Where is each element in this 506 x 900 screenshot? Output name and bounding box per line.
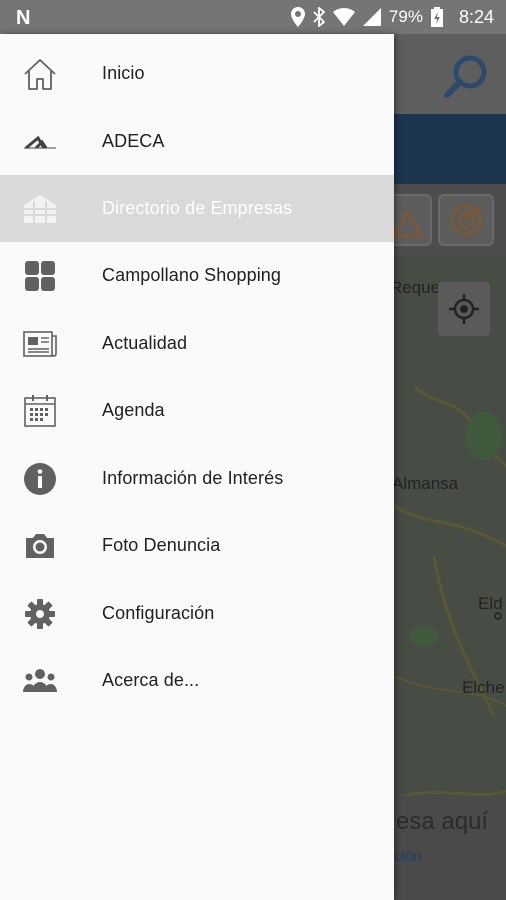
menu-item-label: Información de Interés	[102, 468, 284, 488]
menu-item-agenda[interactable]: Agenda	[0, 377, 394, 444]
map-label: Eld	[478, 594, 503, 613]
tool-button-radar[interactable]	[438, 194, 494, 246]
buildings-icon	[22, 191, 58, 227]
menu-item-label: Configuración	[102, 603, 215, 623]
battery-percent: 79%	[388, 7, 423, 26]
menu-item-foto-denuncia[interactable]: Foto Denuncia	[0, 512, 394, 579]
menu-item-actualidad[interactable]: Actualidad	[0, 310, 394, 377]
map-label: Elche	[462, 678, 505, 697]
newspaper-icon	[22, 326, 58, 362]
menu-item-acerca-de[interactable]: Acerca de...	[0, 647, 394, 714]
group-icon	[22, 663, 58, 699]
menu-item-informacion-interes[interactable]: Información de Interés	[0, 445, 394, 512]
location-icon	[290, 7, 305, 27]
app-header-band	[394, 114, 506, 184]
info-icon	[22, 461, 58, 497]
menu-item-label: Acerca de...	[102, 670, 200, 690]
notification-n-icon: N	[16, 7, 31, 29]
tool-button-warning[interactable]	[394, 194, 432, 246]
menu-item-label: Inicio	[102, 63, 145, 83]
banner-text: esa aquí	[396, 808, 489, 835]
menu-item-label: Directorio de Empresas	[102, 198, 293, 218]
menu-item-adeca[interactable]: ADECA	[0, 108, 394, 175]
bottom-banner[interactable]: esa aquí ción	[394, 796, 506, 900]
home-icon	[22, 56, 58, 92]
menu-item-label: Agenda	[102, 400, 165, 420]
app-toolbar	[394, 34, 506, 114]
tool-row	[394, 184, 506, 256]
wifi-icon	[332, 8, 355, 26]
bluetooth-icon	[313, 7, 325, 27]
grid-icon	[22, 258, 58, 294]
menu-item-campollano-shopping[interactable]: Campollano Shopping	[0, 242, 394, 309]
signal-icon	[362, 8, 381, 26]
camera-icon	[22, 528, 58, 564]
battery-icon	[430, 7, 443, 27]
menu-item-label: Foto Denuncia	[102, 535, 221, 555]
menu-item-label: Actualidad	[102, 333, 188, 353]
map-label: Almansa	[394, 474, 459, 493]
adeca-logo-icon	[22, 124, 58, 160]
status-icons: 79% 8:24	[290, 0, 494, 34]
menu-item-inicio[interactable]: Inicio	[0, 40, 394, 107]
navigation-drawer: Inicio ADECA Directorio de Empresas Camp…	[0, 34, 394, 900]
clock: 8:24	[458, 6, 494, 27]
menu-item-directorio-empresas[interactable]: Directorio de Empresas	[0, 175, 394, 242]
status-bar: N 79% 8:24	[0, 0, 506, 34]
map-view[interactable]: Requena Almansa Eld Elche	[394, 256, 506, 836]
menu-item-configuracion[interactable]: Configuración	[0, 580, 394, 647]
calendar-icon	[22, 393, 58, 429]
banner-link[interactable]: ción	[394, 848, 422, 865]
search-icon[interactable]	[442, 52, 490, 100]
menu-item-label: Campollano Shopping	[102, 265, 282, 285]
my-location-button[interactable]	[438, 282, 490, 336]
gear-icon	[22, 596, 58, 632]
menu-item-label: ADECA	[102, 131, 165, 151]
background-app: Requena Almansa Eld Elche esa aquí ción	[394, 34, 506, 900]
